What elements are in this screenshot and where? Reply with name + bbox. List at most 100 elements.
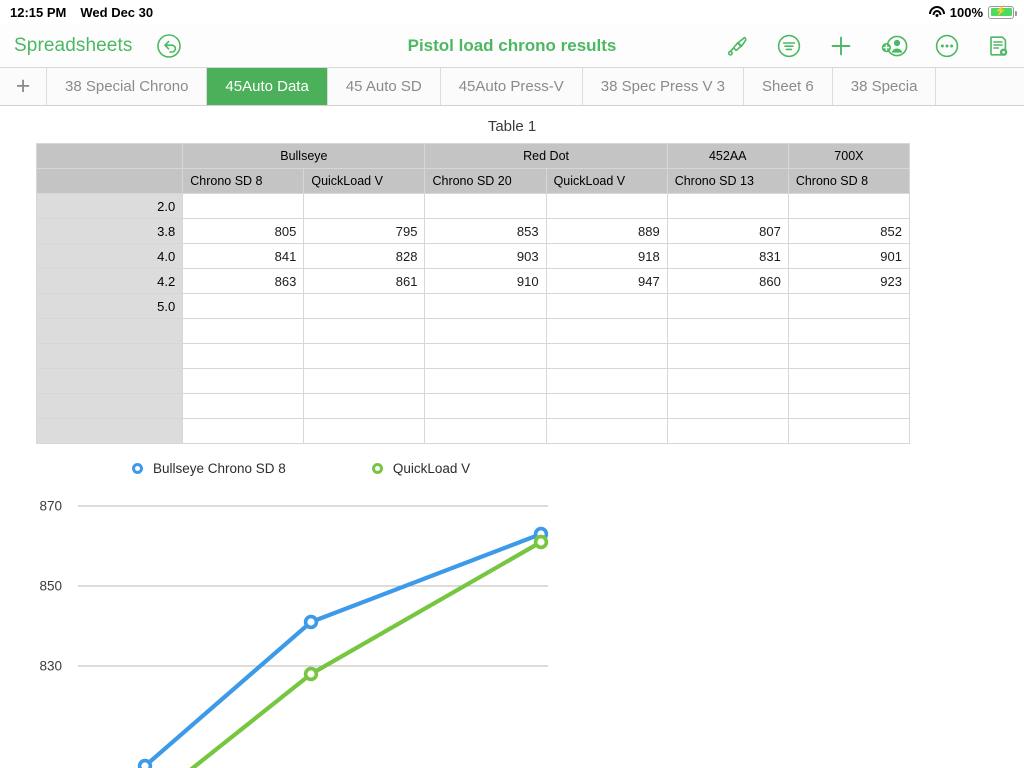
table-cell[interactable] bbox=[545, 193, 668, 219]
row-header-cell[interactable]: 5.0 bbox=[35, 293, 184, 319]
table-cell[interactable] bbox=[303, 393, 426, 419]
sheet-tab-38-special-partial[interactable]: 38 Specia bbox=[833, 68, 937, 105]
table-cell[interactable]: 901 bbox=[787, 243, 911, 269]
sheet-tab-45-auto-sd[interactable]: 45 Auto SD bbox=[328, 68, 441, 105]
table-cell[interactable]: 807 bbox=[666, 218, 789, 244]
table-cell[interactable]: 861 bbox=[303, 268, 426, 294]
table-cell[interactable] bbox=[666, 193, 789, 219]
row-header-cell[interactable]: 3.8 bbox=[35, 218, 184, 244]
table-cell[interactable] bbox=[424, 368, 547, 394]
sub-header-bullseye-chrono-sd-8[interactable]: Chrono SD 8 bbox=[182, 168, 305, 194]
table-cell[interactable] bbox=[182, 343, 305, 369]
table-row[interactable]: 5.0 bbox=[35, 293, 911, 319]
insert-icon[interactable] bbox=[776, 33, 802, 59]
table-cell[interactable] bbox=[666, 418, 789, 444]
table-cell[interactable]: 831 bbox=[666, 243, 789, 269]
table-cell[interactable] bbox=[545, 293, 668, 319]
data-table[interactable]: Bullseye Red Dot 452AA 700X Chrono SD 8 … bbox=[35, 143, 911, 444]
more-options-icon[interactable] bbox=[934, 33, 960, 59]
table-cell[interactable] bbox=[182, 293, 305, 319]
table-cell[interactable] bbox=[424, 318, 547, 344]
sheet-tab-38-spec-press-v-3[interactable]: 38 Spec Press V 3 bbox=[583, 68, 745, 105]
table-cell[interactable]: 889 bbox=[545, 218, 668, 244]
table-cell[interactable]: 918 bbox=[545, 243, 668, 269]
table-cell[interactable] bbox=[666, 393, 789, 419]
table-cell[interactable] bbox=[424, 393, 547, 419]
table-cell[interactable] bbox=[303, 193, 426, 219]
table-row[interactable] bbox=[35, 318, 911, 344]
group-header-bullseye[interactable]: Bullseye bbox=[182, 143, 426, 169]
undo-icon[interactable] bbox=[156, 33, 182, 59]
group-header-452aa[interactable]: 452AA bbox=[666, 143, 789, 169]
chart-plot-area[interactable]: 830 850 870 bbox=[0, 489, 1024, 768]
table-row[interactable]: 4.2 863 861 910 947 860 923 bbox=[35, 268, 911, 294]
document-view-icon[interactable] bbox=[986, 33, 1010, 59]
row-header-cell[interactable]: 2.0 bbox=[35, 193, 184, 219]
table-cell[interactable] bbox=[787, 418, 911, 444]
sheet-tab-45auto-data[interactable]: 45Auto Data bbox=[207, 68, 328, 105]
row-header-cell[interactable]: 4.0 bbox=[35, 243, 184, 269]
row-header-cell[interactable] bbox=[35, 393, 184, 419]
table-cell[interactable] bbox=[787, 293, 911, 319]
legend-item-quickload-v[interactable]: QuickLoad V bbox=[371, 461, 470, 476]
table-cell[interactable] bbox=[545, 393, 668, 419]
chart-data-point[interactable] bbox=[533, 534, 549, 550]
table-cell[interactable] bbox=[182, 318, 305, 344]
table-row[interactable] bbox=[35, 368, 911, 394]
table-cell[interactable] bbox=[666, 293, 789, 319]
table-cell[interactable]: 852 bbox=[787, 218, 911, 244]
table-cell[interactable] bbox=[545, 318, 668, 344]
add-icon[interactable] bbox=[828, 33, 854, 59]
table-row[interactable]: 2.0 bbox=[35, 193, 911, 219]
table-cell[interactable] bbox=[182, 393, 305, 419]
sheet-tab-38-special-chrono[interactable]: 38 Special Chrono bbox=[47, 68, 208, 105]
table-cell[interactable] bbox=[303, 318, 426, 344]
table-cell[interactable] bbox=[303, 418, 426, 444]
chart-data-point[interactable] bbox=[303, 666, 319, 682]
table-cell[interactable] bbox=[303, 293, 426, 319]
table-cell[interactable] bbox=[545, 343, 668, 369]
table-cell[interactable] bbox=[666, 343, 789, 369]
chart-data-point[interactable] bbox=[303, 614, 319, 630]
table-cell[interactable] bbox=[182, 193, 305, 219]
table-cell[interactable]: 860 bbox=[666, 268, 789, 294]
sub-header-700x-chrono-sd-8[interactable]: Chrono SD 8 bbox=[787, 168, 911, 194]
table-row[interactable]: 4.0 841 828 903 918 831 901 bbox=[35, 243, 911, 269]
sub-header-452aa-chrono-sd-13[interactable]: Chrono SD 13 bbox=[666, 168, 789, 194]
table-cell[interactable]: 805 bbox=[182, 218, 305, 244]
group-header-red-dot[interactable]: Red Dot bbox=[424, 143, 668, 169]
table-cell[interactable] bbox=[424, 343, 547, 369]
row-header-cell[interactable] bbox=[35, 318, 184, 344]
table-cell[interactable]: 795 bbox=[303, 218, 426, 244]
sub-header-corner[interactable] bbox=[35, 168, 184, 194]
table-cell[interactable]: 910 bbox=[424, 268, 547, 294]
table-cell[interactable] bbox=[787, 343, 911, 369]
sheet-tab-45auto-press-v[interactable]: 45Auto Press-V bbox=[441, 68, 583, 105]
table-cell[interactable] bbox=[545, 368, 668, 394]
group-header-700x[interactable]: 700X bbox=[787, 143, 911, 169]
table-corner-cell[interactable] bbox=[35, 143, 184, 169]
table-cell[interactable] bbox=[182, 418, 305, 444]
row-header-cell[interactable] bbox=[35, 368, 184, 394]
sub-header-reddot-quickload-v[interactable]: QuickLoad V bbox=[545, 168, 668, 194]
table-row[interactable] bbox=[35, 343, 911, 369]
row-header-cell[interactable] bbox=[35, 343, 184, 369]
table-row[interactable] bbox=[35, 418, 911, 444]
table-row[interactable]: 3.8 805 795 853 889 807 852 bbox=[35, 218, 911, 244]
table-cell[interactable] bbox=[424, 193, 547, 219]
chart[interactable]: Bullseye Chrono SD 8 QuickLoad V 830 850 8… bbox=[0, 461, 1024, 768]
add-sheet-button[interactable]: + bbox=[0, 68, 47, 105]
row-header-cell[interactable]: 4.2 bbox=[35, 268, 184, 294]
table-cell[interactable] bbox=[666, 318, 789, 344]
table-cell[interactable] bbox=[787, 368, 911, 394]
table-cell[interactable]: 828 bbox=[303, 243, 426, 269]
table-cell[interactable] bbox=[303, 368, 426, 394]
table-cell[interactable]: 853 bbox=[424, 218, 547, 244]
table-cell[interactable]: 923 bbox=[787, 268, 911, 294]
table-cell[interactable] bbox=[424, 293, 547, 319]
format-paintbrush-icon[interactable] bbox=[724, 33, 750, 59]
table-cell[interactable]: 841 bbox=[182, 243, 305, 269]
table-cell[interactable]: 863 bbox=[182, 268, 305, 294]
table-cell[interactable] bbox=[182, 368, 305, 394]
sheet-canvas[interactable]: Table 1 Bullseye Red Dot 452AA 700X Chro… bbox=[0, 106, 1024, 768]
